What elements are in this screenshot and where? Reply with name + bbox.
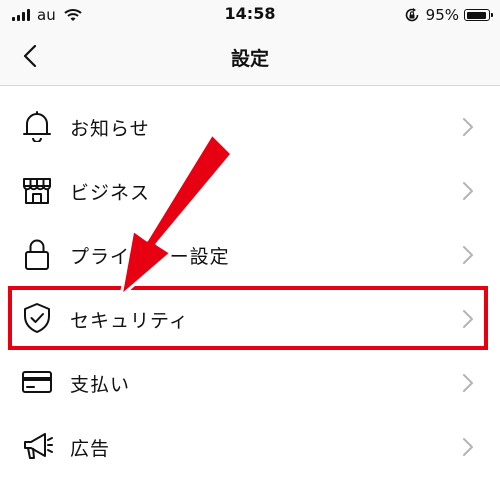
lock-icon xyxy=(20,237,54,271)
chevron-right-icon xyxy=(463,246,473,264)
credit-card-icon xyxy=(20,365,54,399)
megaphone-icon xyxy=(20,429,54,463)
status-bar: au 14:58 95% xyxy=(0,0,500,30)
settings-item-label: ビジネス xyxy=(70,181,151,204)
battery-icon xyxy=(464,9,493,21)
settings-item-label: 支払い xyxy=(70,373,131,396)
settings-item-ads[interactable]: 広告 xyxy=(0,415,500,479)
shield-check-icon xyxy=(20,301,54,335)
navigation-bar: 設定 xyxy=(0,30,500,86)
chevron-right-icon xyxy=(463,182,473,200)
chevron-right-icon xyxy=(463,374,473,392)
settings-item-privacy[interactable]: プライバシー設定 xyxy=(0,223,500,287)
shop-icon xyxy=(20,173,54,207)
page-title: 設定 xyxy=(230,48,269,70)
settings-item-notifications[interactable]: お知らせ xyxy=(0,95,500,159)
status-right: 95% xyxy=(404,4,493,26)
chevron-right-icon xyxy=(463,438,473,456)
settings-item-label: プライバシー設定 xyxy=(70,245,230,268)
settings-list: お知らせ ビジネス プライバシー設定 セキュリティ 支払い 広告 xyxy=(0,95,500,479)
bell-icon xyxy=(20,109,54,143)
battery-percent: 95% xyxy=(425,6,459,24)
chevron-right-icon xyxy=(463,118,473,136)
battery-fill xyxy=(466,11,486,19)
settings-item-label: お知らせ xyxy=(70,117,150,140)
settings-item-label: 広告 xyxy=(70,437,111,460)
settings-item-label: セキュリティ xyxy=(70,309,189,332)
chevron-right-icon xyxy=(463,310,473,328)
settings-item-business[interactable]: ビジネス xyxy=(0,159,500,223)
rotation-lock-icon xyxy=(405,8,418,22)
settings-item-payments[interactable]: 支払い xyxy=(0,351,500,415)
settings-item-security[interactable]: セキュリティ xyxy=(0,287,500,351)
